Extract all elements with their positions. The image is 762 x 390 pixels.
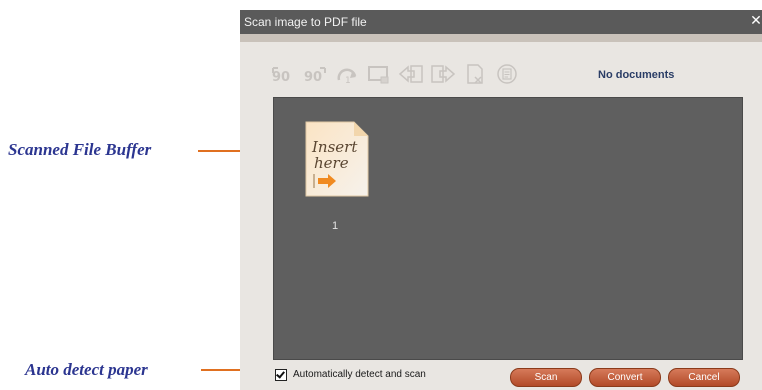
document-status: No documents (598, 69, 675, 81)
auto-detect-checkbox[interactable] (275, 369, 287, 381)
title-bar[interactable]: Scan image to PDF file ✕ (240, 10, 762, 34)
auto-detect-label: Automatically detect and scan (293, 369, 426, 380)
move-page-right-icon[interactable] (430, 62, 456, 86)
properties-icon[interactable] (494, 62, 520, 86)
thumbnail-text-here: here (314, 154, 349, 172)
rotate-left-90-icon[interactable]: 90 (270, 62, 296, 86)
scanned-file-buffer[interactable]: Insert here 1 (273, 97, 743, 360)
window-title: Scan image to PDF file (244, 15, 367, 29)
scan-dialog: Scan image to PDF file ✕ 90 90 1 No docu… (240, 10, 762, 390)
rotate-180-icon[interactable]: 1 (334, 62, 360, 86)
scan-button[interactable]: Scan (510, 368, 582, 387)
close-icon[interactable]: ✕ (750, 12, 762, 30)
rotate-right-90-icon[interactable]: 90 (302, 62, 328, 86)
callout-scanned-file-buffer: Scanned File Buffer (8, 140, 152, 159)
page-number: 1 (332, 220, 339, 232)
svg-text:1: 1 (345, 76, 351, 86)
svg-text:90: 90 (272, 70, 290, 85)
cancel-button[interactable]: Cancel (668, 368, 740, 387)
move-page-left-icon[interactable] (398, 62, 424, 86)
callout-auto-detect-paper: Auto detect paper (25, 360, 148, 379)
delete-page-icon[interactable] (462, 62, 488, 86)
title-divider (240, 34, 762, 42)
insert-here-page-icon[interactable]: Insert here (304, 120, 370, 198)
convert-button[interactable]: Convert (589, 368, 661, 387)
crop-icon[interactable] (366, 62, 392, 86)
svg-text:90: 90 (304, 70, 322, 85)
